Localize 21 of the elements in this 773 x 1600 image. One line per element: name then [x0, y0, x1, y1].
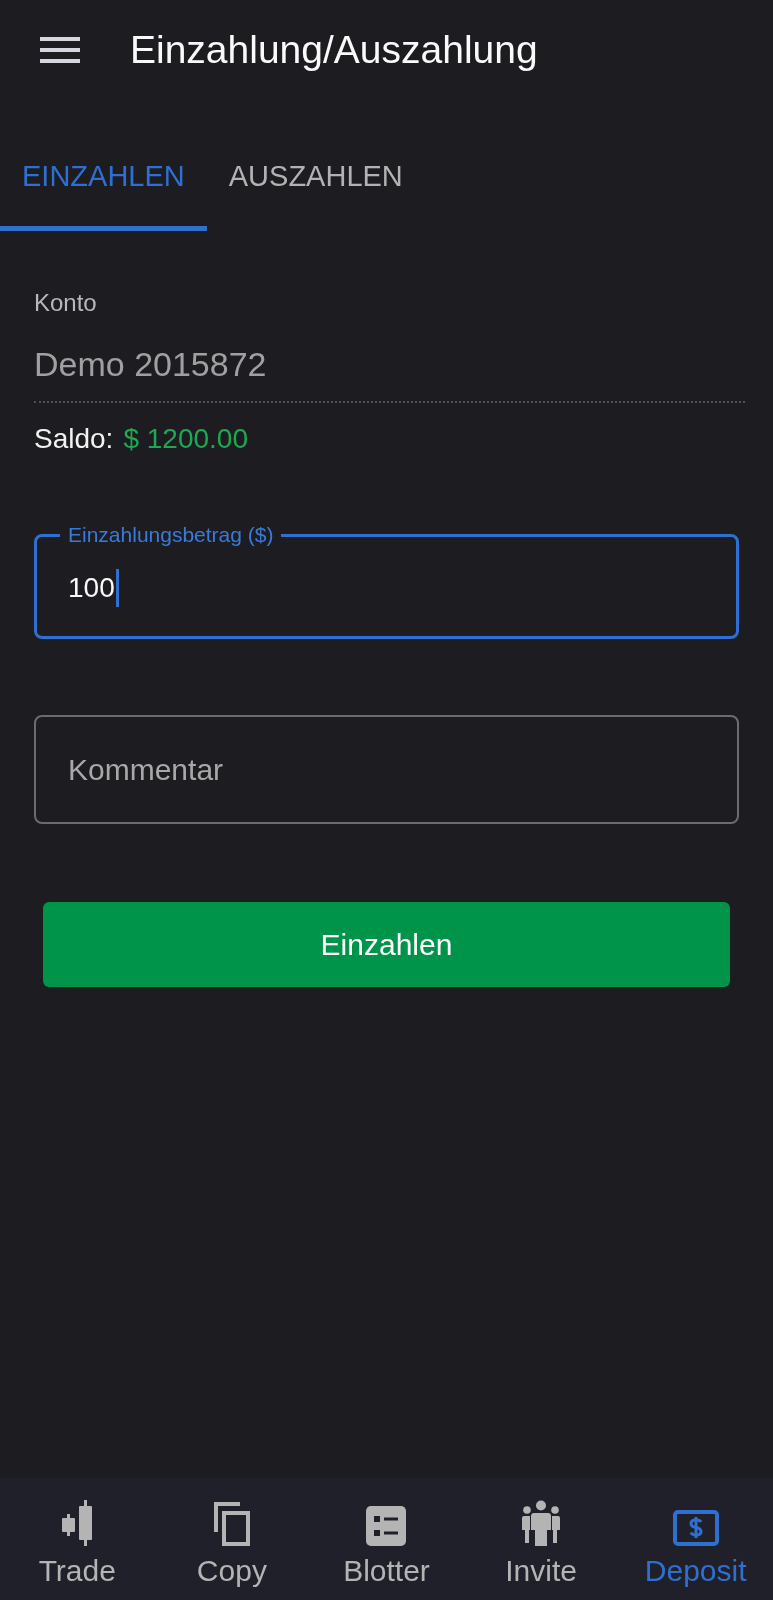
balance-value: $ 1200.00	[123, 423, 248, 455]
copy-icon	[213, 1502, 250, 1546]
nav-item[interactable]: Blotter	[309, 1478, 464, 1600]
menu-icon[interactable]	[40, 37, 80, 63]
account-field: Demo 2015872	[34, 345, 745, 403]
people-icon	[522, 1500, 561, 1546]
account-label: Konto	[34, 289, 97, 317]
nav-item[interactable]: Invite	[463, 1478, 619, 1600]
nav-item[interactable]: Trade	[0, 1478, 155, 1600]
field-label: Einzahlungsbetrag ($)	[67, 523, 275, 547]
balance-label: Saldo:	[34, 423, 114, 455]
field-value: 100	[68, 572, 115, 604]
deposit-button[interactable]: Einzahlen	[43, 902, 730, 987]
text-cursor	[115, 569, 119, 607]
list-icon	[366, 1506, 407, 1546]
candlestick-icon	[60, 1500, 95, 1546]
page-title: Einzahlung/Auszahlung	[130, 28, 538, 72]
comment-field[interactable]: Kommentar	[34, 715, 739, 824]
tab[interactable]: AUSZAHLEN	[206, 120, 425, 231]
nav-item[interactable]: Copy	[154, 1478, 310, 1600]
dollar-card-icon	[672, 1510, 719, 1546]
